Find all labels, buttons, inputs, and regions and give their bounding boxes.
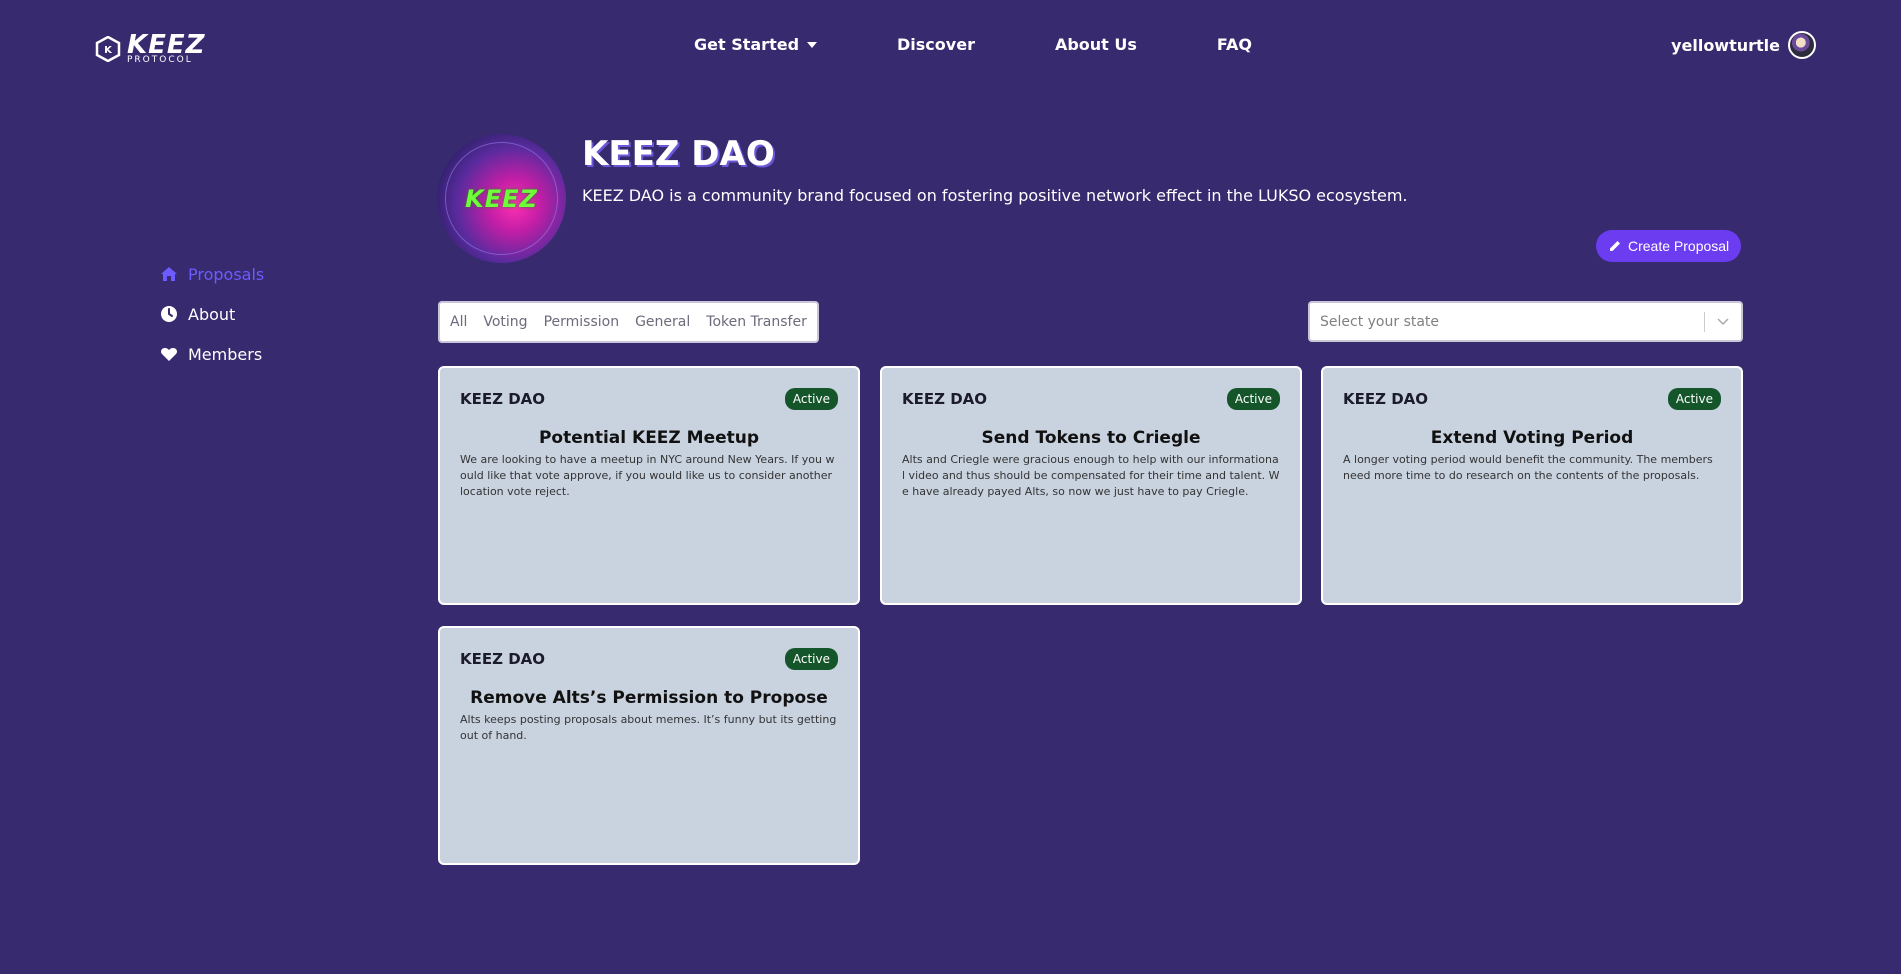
card-body: A longer voting period would benefit the… xyxy=(1343,453,1713,482)
card-body: Alts keeps posting proposals about memes… xyxy=(460,713,837,742)
status-badge: Active xyxy=(1667,388,1721,410)
hexagon-logo-icon: K xyxy=(95,35,121,62)
clock-icon xyxy=(160,305,178,323)
proposal-card[interactable]: KEEZ DAO Active Send Tokens to Criegle A… xyxy=(880,366,1302,605)
card-title: Send Tokens to Criegle xyxy=(981,428,1201,448)
card-dao-name: KEEZ DAO xyxy=(1343,390,1429,408)
top-nav: Get Started Discover About Us FAQ xyxy=(694,35,1252,54)
sidebar-item-label: Members xyxy=(188,344,263,364)
nav-get-started-label: Get Started xyxy=(694,35,800,54)
chevron-down-icon xyxy=(807,41,818,48)
pencil-icon xyxy=(1610,241,1620,251)
proposal-card[interactable]: KEEZ DAO Active Remove Alts’s Permission… xyxy=(438,626,860,865)
sidebar-item-members[interactable]: Members xyxy=(160,343,264,365)
home-icon xyxy=(160,265,178,283)
card-dao-name: KEEZ DAO xyxy=(460,390,546,408)
logo-sub-text: PROTOCOL xyxy=(127,55,193,65)
svg-text:K: K xyxy=(104,45,113,56)
status-badge: Active xyxy=(784,388,838,410)
proposal-card[interactable]: KEEZ DAO Active Potential KEEZ Meetup We… xyxy=(438,366,860,605)
card-title: Potential KEEZ Meetup xyxy=(538,428,760,448)
card-dao-name: KEEZ DAO xyxy=(460,650,546,668)
heart-icon xyxy=(160,345,178,363)
user-menu[interactable]: yellowturtle xyxy=(1671,31,1816,59)
nav-faq[interactable]: FAQ xyxy=(1217,35,1252,54)
nav-discover[interactable]: Discover xyxy=(897,35,975,54)
category-filter-tabs: All Voting Permission General Token Tran… xyxy=(438,301,819,343)
keez-logo[interactable]: K KEEZ PROTOCOL xyxy=(95,32,206,65)
dao-avatar-text: KEEZ xyxy=(465,184,538,213)
state-select-placeholder: Select your state xyxy=(1320,313,1440,330)
sidebar-item-label: Proposals xyxy=(188,264,265,284)
filter-permission[interactable]: Permission xyxy=(544,314,620,330)
nav-get-started[interactable]: Get Started xyxy=(694,35,818,54)
sidebar-item-proposals[interactable]: Proposals xyxy=(160,263,264,285)
sidebar-item-about[interactable]: About xyxy=(160,303,264,325)
filter-general[interactable]: General xyxy=(635,314,690,330)
sidebar-item-label: About xyxy=(188,304,236,324)
card-title: Extend Voting Period xyxy=(1430,428,1634,448)
avatar[interactable] xyxy=(1788,31,1816,59)
page-title: KEEZ DAO xyxy=(582,134,775,174)
card-dao-name: KEEZ DAO xyxy=(902,390,988,408)
create-proposal-button[interactable]: Create Proposal xyxy=(1596,230,1742,262)
card-body: Alts and Criegle were gracious enough to… xyxy=(902,453,1280,498)
dao-avatar: KEEZ xyxy=(437,134,566,263)
create-proposal-label: Create Proposal xyxy=(1628,238,1730,254)
card-title: Remove Alts’s Permission to Propose xyxy=(470,688,828,708)
status-badge: Active xyxy=(784,648,838,670)
status-badge: Active xyxy=(1226,388,1280,410)
state-select[interactable]: Select your state xyxy=(1308,301,1743,342)
chevron-down-icon[interactable] xyxy=(1705,317,1741,326)
logo-text: KEEZ PROTOCOL xyxy=(127,32,206,65)
sidebar: Proposals About Members xyxy=(160,263,264,383)
dao-description: KEEZ DAO is a community brand focused on… xyxy=(582,186,1408,205)
nav-about-us[interactable]: About Us xyxy=(1055,35,1137,54)
page: K KEEZ PROTOCOL Get Started Discover Abo… xyxy=(0,0,1901,974)
filter-all[interactable]: All xyxy=(450,314,467,330)
proposal-card[interactable]: KEEZ DAO Active Extend Voting Period A l… xyxy=(1321,366,1743,605)
username: yellowturtle xyxy=(1671,35,1780,55)
filter-token-transfer[interactable]: Token Transfer xyxy=(706,314,807,330)
card-body: We are looking to have a meetup in NYC a… xyxy=(460,453,835,498)
filter-voting[interactable]: Voting xyxy=(483,314,527,330)
